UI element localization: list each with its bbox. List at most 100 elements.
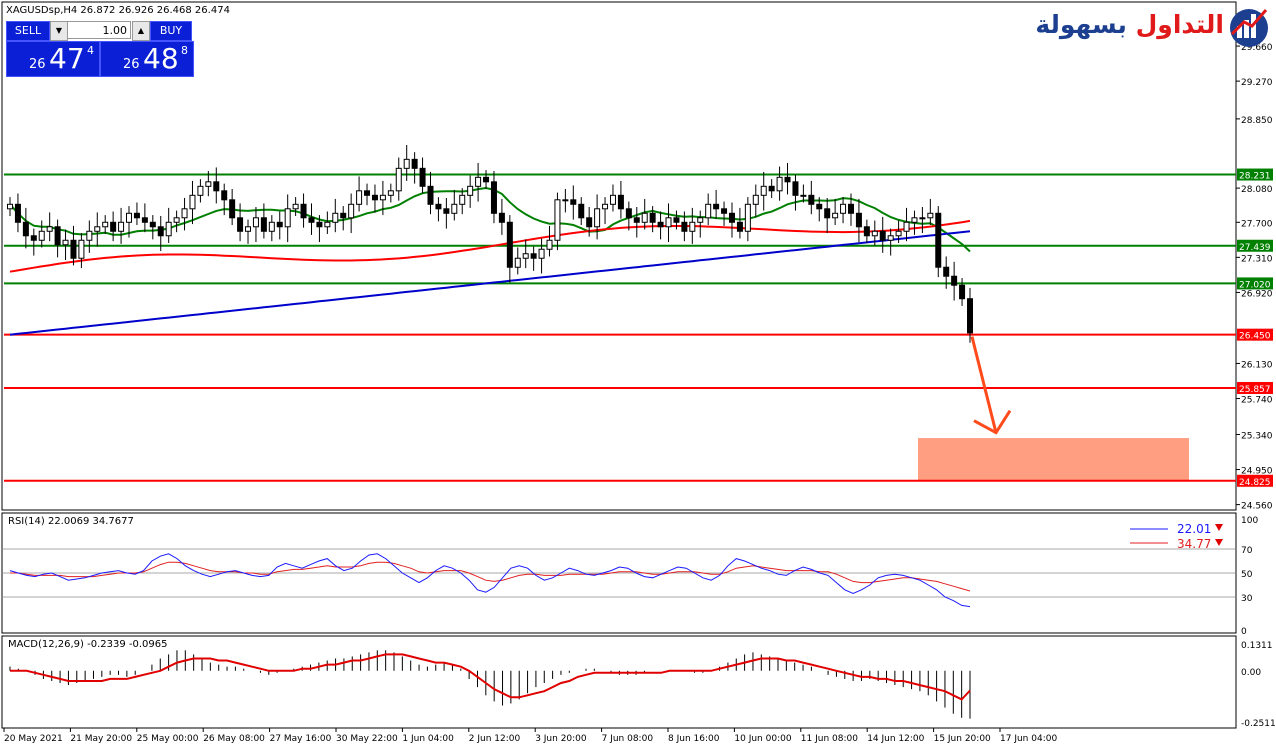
lot-increase-icon[interactable]: ▲ bbox=[132, 21, 150, 41]
chart-canvas[interactable]: 28.23127.43927.02026.45025.85724.825 29.… bbox=[0, 0, 1276, 748]
candle-body bbox=[133, 212, 140, 219]
candle-body bbox=[903, 221, 910, 232]
candle-body bbox=[530, 253, 537, 259]
candle-body bbox=[498, 212, 505, 223]
candle-body bbox=[403, 158, 410, 169]
candle-body bbox=[364, 190, 371, 196]
candle-body bbox=[768, 185, 775, 192]
ask-price-sup: 8 bbox=[181, 44, 188, 57]
candle-body bbox=[38, 230, 45, 241]
candle-body bbox=[840, 203, 847, 214]
candle-body bbox=[776, 176, 783, 192]
target-zone-rect bbox=[918, 438, 1189, 481]
candle-body bbox=[705, 203, 712, 219]
price-tick-label: 25.740 bbox=[1241, 396, 1273, 406]
candle-body bbox=[728, 212, 735, 223]
price-axis[interactable]: 29.66029.27028.85028.08027.70027.31026.9… bbox=[1236, 43, 1273, 512]
candle-body bbox=[459, 194, 466, 205]
candle-body bbox=[490, 181, 497, 214]
main-price-pane[interactable]: 28.23127.43927.02026.45025.85724.825 bbox=[1, 1, 1273, 511]
time-tick-label: 21 May 20:00 bbox=[70, 734, 132, 744]
red-level-label: 26.450 bbox=[1239, 332, 1271, 342]
time-tick-label: 27 May 16:00 bbox=[270, 734, 332, 744]
candle-body bbox=[943, 266, 950, 277]
candle-body bbox=[713, 203, 720, 210]
candle-body bbox=[213, 181, 220, 192]
candle-body bbox=[411, 158, 418, 169]
lot-decrease-icon[interactable]: ▼ bbox=[50, 21, 68, 41]
time-tick-label: 25 May 00:00 bbox=[137, 734, 199, 744]
time-tick-label: 8 Jun 16:00 bbox=[668, 734, 720, 744]
candle-body bbox=[546, 239, 553, 250]
price-tick-label: 26.920 bbox=[1241, 289, 1273, 299]
brand-logo: التداول بسهولة bbox=[1035, 4, 1270, 52]
ask-price[interactable]: 26 48 8 bbox=[100, 41, 194, 77]
symbol-header: XAGUSDsp,H4 26.872 26.926 26.468 26.474 bbox=[6, 5, 230, 16]
candle-body bbox=[657, 221, 664, 228]
logo-chart-icon bbox=[1230, 9, 1268, 47]
candle-body bbox=[165, 221, 172, 237]
candle-body bbox=[967, 298, 973, 334]
candle-body bbox=[14, 203, 21, 223]
candle-body bbox=[959, 284, 966, 300]
time-tick-label: 14 Jun 12:00 bbox=[867, 734, 924, 744]
ask-price-small: 26 bbox=[123, 57, 140, 72]
sell-button[interactable]: SELL bbox=[6, 21, 50, 41]
candle-body bbox=[86, 230, 93, 241]
signal-legend-value: 34.77 bbox=[1177, 537, 1211, 551]
price-tick-label: 26.130 bbox=[1241, 360, 1273, 370]
candle-body bbox=[863, 226, 870, 237]
red-level-label: 25.857 bbox=[1239, 385, 1271, 395]
price-tick-label: 24.950 bbox=[1241, 467, 1273, 477]
macd-pane[interactable]: 0.1311 0.00 -0.2511 bbox=[1, 635, 1276, 729]
rsi-pane[interactable]: 100 70 50 30 0 bbox=[1, 512, 1258, 637]
ask-price-big: 48 bbox=[143, 42, 179, 75]
price-tick-label: 25.340 bbox=[1241, 431, 1273, 441]
candle-body bbox=[173, 217, 180, 223]
time-tick-label: 10 Jun 00:00 bbox=[734, 734, 791, 744]
target-zone bbox=[918, 438, 1189, 481]
candle-body bbox=[641, 212, 648, 223]
candle-body bbox=[633, 217, 640, 223]
candle-body bbox=[681, 221, 688, 232]
rsi-legend-value: 22.01 bbox=[1177, 522, 1211, 536]
candle-body bbox=[538, 248, 545, 259]
candle-body bbox=[229, 199, 236, 219]
logo-text: التداول بسهولة bbox=[1035, 10, 1224, 39]
candle-body bbox=[887, 235, 894, 241]
candle-body bbox=[7, 203, 13, 210]
bid-price-small: 26 bbox=[29, 57, 46, 72]
candle-body bbox=[22, 221, 29, 237]
bid-price[interactable]: 26 47 4 bbox=[6, 41, 100, 77]
time-tick-label: 20 May 2021 bbox=[4, 734, 63, 744]
candle-body bbox=[157, 226, 164, 237]
candle-body bbox=[371, 194, 378, 201]
candle-body bbox=[292, 203, 299, 210]
time-tick-label: 3 Jun 20:00 bbox=[535, 734, 587, 744]
macd-label: MACD(12,26,9) -0.2339 -0.0965 bbox=[8, 639, 168, 650]
candle-body bbox=[935, 212, 942, 268]
candle-body bbox=[578, 203, 585, 219]
candle-body bbox=[832, 212, 839, 219]
candle-body bbox=[911, 217, 918, 223]
candle-body bbox=[427, 185, 434, 205]
time-tick-label: 17 Jun 04:00 bbox=[1000, 734, 1057, 744]
time-tick-label: 11 Jun 08:00 bbox=[801, 734, 858, 744]
candle-body bbox=[816, 203, 823, 210]
bid-price-big: 47 bbox=[49, 42, 85, 75]
candle-body bbox=[800, 194, 807, 197]
macd-tick-label: -0.2511 bbox=[1241, 719, 1276, 729]
buy-button[interactable]: BUY bbox=[150, 21, 192, 41]
price-tick-label: 28.080 bbox=[1241, 185, 1273, 195]
candle-body bbox=[467, 185, 474, 196]
lot-size-input[interactable]: 1.00 bbox=[67, 21, 131, 39]
candle-body bbox=[110, 221, 117, 232]
candle-body bbox=[451, 203, 458, 214]
candle-body bbox=[697, 217, 704, 223]
time-tick-label: 15 Jun 20:00 bbox=[934, 734, 991, 744]
candle-body bbox=[181, 208, 188, 219]
time-axis[interactable]: 20 May 2021 21 May 20:00 25 May 00:00 26 Ma… bbox=[3, 728, 1057, 744]
price-tick-label: 24.560 bbox=[1241, 502, 1273, 512]
candle-body bbox=[665, 217, 672, 228]
candle-body bbox=[483, 176, 490, 183]
